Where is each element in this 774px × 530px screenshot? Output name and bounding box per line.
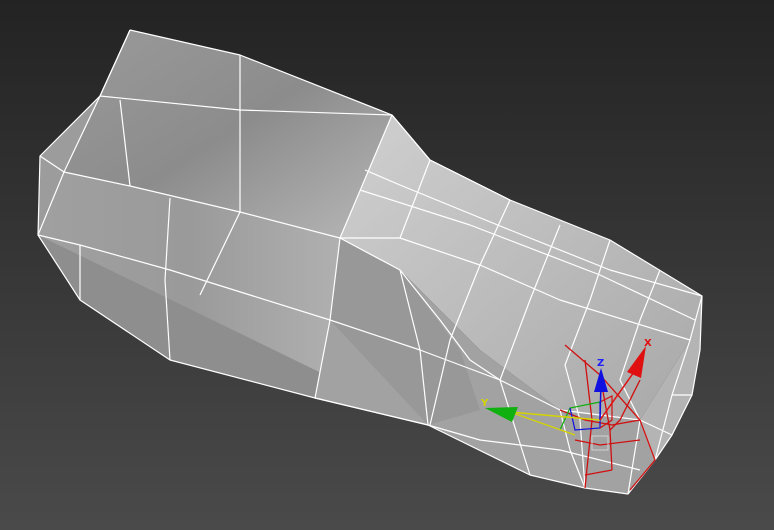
3d-viewport[interactable]: Y Z X xyxy=(0,0,774,530)
gizmo-y-label: Y xyxy=(480,398,489,409)
gizmo-x-label: X xyxy=(644,338,652,349)
viewport-canvas[interactable]: Y Z X xyxy=(0,0,774,530)
gizmo-z-label: Z xyxy=(597,358,604,369)
